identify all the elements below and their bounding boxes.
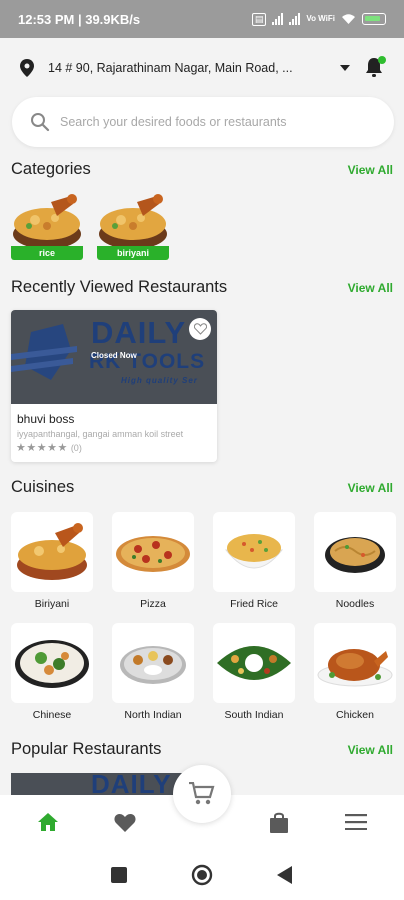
notification-dot: [378, 56, 386, 64]
sim-icon: ▤: [251, 12, 267, 26]
restaurant-card[interactable]: DAILY RK TOOLS High quality Ser Closed N…: [11, 310, 217, 462]
cart-icon: [189, 782, 215, 805]
closed-status: Closed Now: [91, 351, 137, 360]
location-pin-icon: [20, 59, 34, 77]
rating-stars: ★★★★★: [16, 442, 68, 454]
cuisine-label: Chinese: [32, 709, 72, 721]
cuisine-label: Fried Rice: [230, 598, 278, 610]
menu-icon: [344, 814, 367, 830]
fried-rice-icon: [224, 534, 284, 569]
recently-viewed-header: Recently Viewed Restaurants View All: [11, 278, 393, 297]
cart-button[interactable]: [173, 765, 231, 823]
heart-icon: [114, 813, 136, 832]
home-icon: [38, 813, 59, 831]
rating-count: (0): [70, 443, 82, 453]
category-list: rice biriyani: [11, 192, 169, 260]
cuisines-view-all[interactable]: View All: [348, 481, 393, 495]
cuisine-pizza[interactable]: Pizza: [112, 512, 194, 610]
status-icons: ▤ Vo WiFi: [251, 12, 386, 26]
restaurant-name: bhuvi boss: [17, 412, 75, 426]
cuisine-image: [112, 512, 194, 592]
status-time: 12:53 PM | 39.9KB/s: [18, 11, 141, 27]
popular-header: Popular Restaurants View All: [11, 740, 393, 759]
nav-orders[interactable]: [259, 802, 299, 842]
categories-view-all[interactable]: View All: [348, 163, 393, 177]
cuisines-header: Cuisines View All: [11, 478, 393, 497]
heart-outline-icon: [193, 323, 207, 335]
cuisine-image: [314, 512, 396, 592]
chinese-icon: [15, 640, 89, 688]
recently-viewed-view-all[interactable]: View All: [348, 281, 393, 295]
category-rice[interactable]: rice: [11, 192, 83, 260]
category-label: rice: [11, 246, 83, 260]
roast-chicken-icon: [317, 649, 393, 687]
cuisine-south-indian[interactable]: South Indian: [213, 623, 295, 721]
home-circle-icon[interactable]: [191, 864, 213, 886]
cuisine-fried-rice[interactable]: Fried Rice: [213, 512, 295, 610]
cuisine-label: Chicken: [336, 709, 374, 721]
wifi-icon: [342, 14, 355, 24]
restaurant-rating: ★★★★★ (0): [16, 441, 82, 454]
banner-text: DAILY: [91, 773, 172, 795]
restaurant-banner: DAILY RK TOOLS High quality Ser Closed N…: [11, 310, 217, 404]
system-nav-bar: [0, 849, 404, 900]
cuisine-north-indian[interactable]: North Indian: [112, 623, 194, 721]
category-label: biriyani: [97, 246, 169, 260]
favorite-button[interactable]: [189, 318, 211, 340]
address-bar[interactable]: 14 # 90, Rajarathinam Nagar, Main Road, …: [0, 48, 404, 88]
chevron-down-icon[interactable]: [340, 65, 350, 71]
cuisine-image: [213, 512, 295, 592]
pizza-icon: [116, 536, 190, 572]
cuisine-label: Pizza: [140, 598, 166, 610]
recently-viewed-title: Recently Viewed Restaurants: [11, 278, 228, 296]
back-icon[interactable]: [277, 865, 293, 884]
cuisine-chinese[interactable]: Chinese: [11, 623, 93, 721]
cuisine-chicken[interactable]: Chicken: [314, 623, 396, 721]
biryani-icon: [17, 523, 87, 580]
biryani-bowl-icon: [99, 194, 167, 249]
shield-logo-icon: [11, 324, 77, 380]
banner-text: DAILY: [91, 315, 187, 350]
cuisine-noodles[interactable]: Noodles: [314, 512, 396, 610]
restaurant-address: iyyapanthangal, gangai amman koil street: [17, 429, 184, 439]
bag-icon: [269, 812, 288, 833]
nav-menu[interactable]: [336, 802, 376, 842]
cuisine-label: Noodles: [335, 598, 375, 610]
biryani-bowl-icon: [13, 194, 81, 249]
search-bar[interactable]: [12, 97, 394, 147]
signal-icon-2: [289, 13, 301, 25]
category-biriyani[interactable]: biriyani: [97, 192, 169, 260]
battery-icon: [362, 13, 386, 25]
nav-home[interactable]: [28, 802, 68, 842]
notification-button[interactable]: [364, 56, 386, 79]
cuisines-title: Cuisines: [11, 478, 75, 496]
search-input[interactable]: [60, 115, 376, 129]
banana-leaf-meal-icon: [217, 646, 291, 680]
popular-view-all[interactable]: View All: [348, 743, 393, 757]
noodles-icon: [325, 537, 385, 573]
status-bar: 12:53 PM | 39.9KB/s ▤ Vo WiFi: [0, 0, 404, 38]
cuisine-image: [314, 623, 396, 703]
cuisine-image: [213, 623, 295, 703]
cuisine-image: [112, 623, 194, 703]
signal-icon: [272, 13, 284, 25]
cuisine-biriyani[interactable]: Biriyani: [11, 512, 93, 610]
cuisine-label: South Indian: [224, 709, 284, 721]
cuisine-label: Biriyani: [34, 598, 70, 610]
cuisine-label: North Indian: [124, 709, 182, 721]
cuisine-grid: Biriyani Pizza Fried Rice Noodles Chines…: [11, 512, 396, 721]
nav-favorites[interactable]: [105, 802, 145, 842]
vowifi-label: Vo WiFi: [306, 14, 335, 23]
thali-icon: [120, 646, 186, 684]
recent-apps-icon[interactable]: [111, 866, 127, 883]
search-icon: [31, 113, 50, 132]
banner-text: High quality Ser: [121, 376, 198, 385]
cuisine-image: [11, 623, 93, 703]
cuisine-image: [11, 512, 93, 592]
categories-header: Categories View All: [11, 160, 393, 179]
delivery-address[interactable]: 14 # 90, Rajarathinam Nagar, Main Road, …: [48, 61, 340, 75]
popular-title: Popular Restaurants: [11, 740, 162, 758]
categories-title: Categories: [11, 160, 91, 178]
